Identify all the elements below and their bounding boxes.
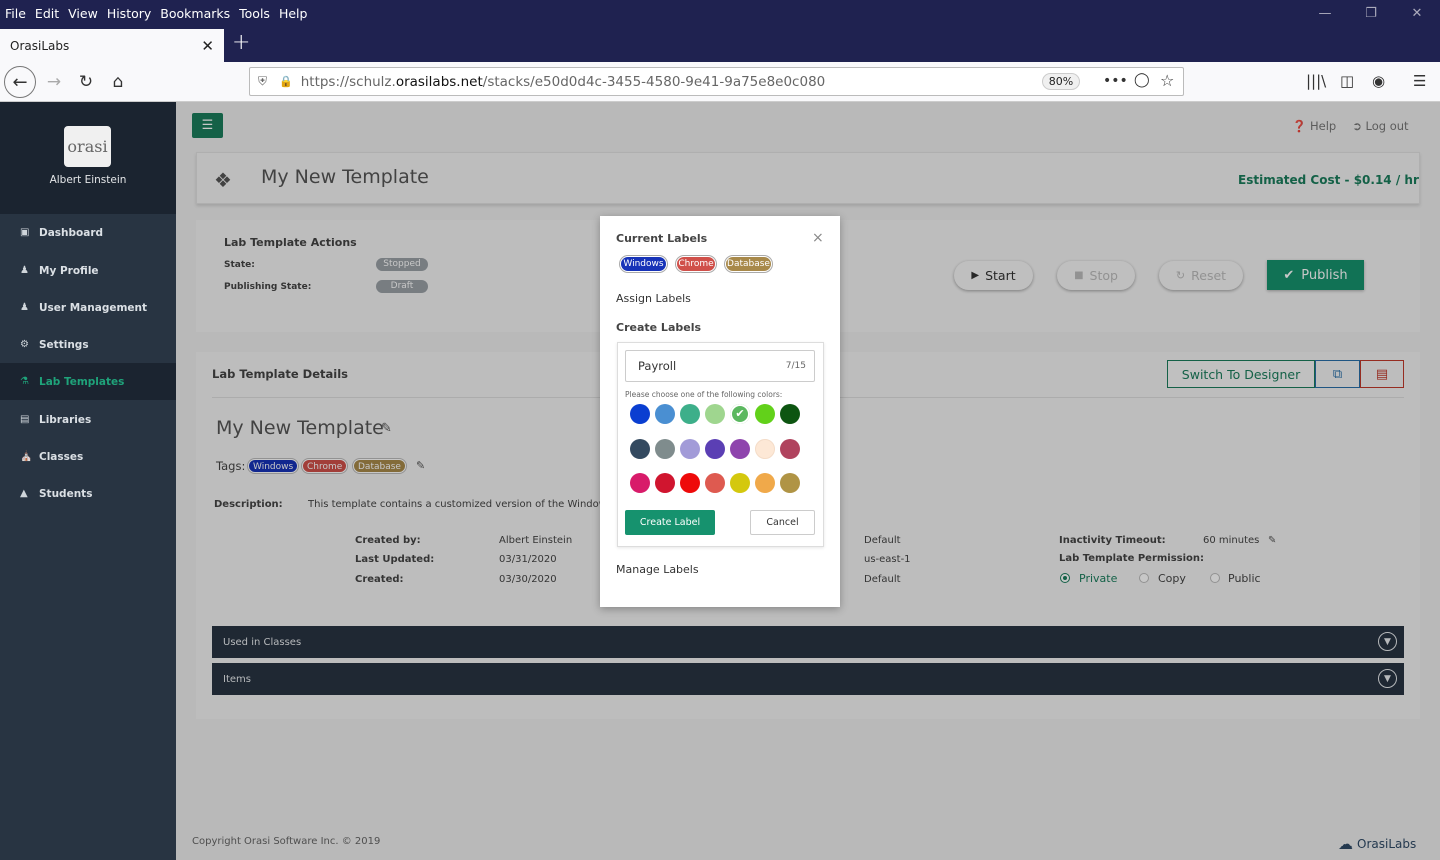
zoom-level[interactable]: 80% bbox=[1042, 73, 1080, 90]
sidebar-item-label: Classes bbox=[39, 450, 84, 463]
color-swatch[interactable] bbox=[705, 404, 725, 424]
color-swatch[interactable]: ✔ bbox=[730, 404, 750, 424]
hamburger-menu-icon[interactable]: ☰ bbox=[1413, 72, 1426, 90]
account-icon[interactable]: ◉ bbox=[1372, 72, 1385, 90]
sidebar-item-label: Students bbox=[39, 487, 93, 500]
url-prefix: https://schulz. bbox=[300, 73, 396, 90]
create-labels-heading: Create Labels bbox=[616, 321, 702, 334]
url-domain: orasilabs.net bbox=[395, 73, 483, 90]
sidebar-item-label: Lab Templates bbox=[39, 375, 125, 388]
pocket-icon[interactable]: ◯ bbox=[1134, 72, 1150, 88]
assign-labels-link[interactable]: Assign Labels bbox=[616, 292, 691, 305]
color-swatch[interactable] bbox=[755, 473, 775, 493]
user-name: Albert Einstein bbox=[49, 174, 127, 186]
current-label-database[interactable]: Database bbox=[725, 256, 772, 272]
sidebar-item-label: My Profile bbox=[39, 264, 99, 277]
address-bar[interactable]: ⛨ 🔒 https://schulz. orasilabs.net/stacks/… bbox=[249, 67, 1184, 96]
close-tab-icon[interactable]: ✕ bbox=[201, 37, 214, 55]
color-swatch[interactable] bbox=[780, 438, 800, 459]
browser-menubar: File Edit View History Bookmarks Tools H… bbox=[0, 0, 1440, 26]
window-controls: — ❐ ✕ bbox=[1302, 0, 1440, 26]
home-icon[interactable]: ⌂ bbox=[104, 70, 132, 94]
menu-bookmarks[interactable]: Bookmarks bbox=[160, 6, 230, 21]
label-name-input[interactable]: Payroll 7/15 bbox=[625, 350, 815, 382]
color-swatch[interactable] bbox=[630, 438, 650, 459]
menu-file[interactable]: File bbox=[5, 6, 26, 21]
color-swatch[interactable] bbox=[705, 438, 725, 459]
color-swatch[interactable] bbox=[655, 404, 675, 424]
color-swatch[interactable] bbox=[630, 473, 650, 493]
user-icon: ♟ bbox=[20, 265, 29, 276]
check-icon: ✔ bbox=[735, 407, 745, 420]
close-window-icon[interactable]: ✕ bbox=[1394, 6, 1440, 21]
menu-history[interactable]: History bbox=[107, 6, 151, 21]
menu-help[interactable]: Help bbox=[279, 6, 308, 21]
lock-icon: 🔒 bbox=[279, 75, 293, 88]
sidebar-item-label: Settings bbox=[39, 338, 89, 351]
library-icon[interactable]: |||\ bbox=[1306, 72, 1326, 90]
cancel-button[interactable]: Cancel bbox=[750, 510, 815, 535]
color-swatch[interactable] bbox=[780, 473, 800, 493]
sidebar-item-label: Dashboard bbox=[39, 226, 104, 239]
manage-labels-link[interactable]: Manage Labels bbox=[616, 563, 699, 576]
orasi-logo: orasi bbox=[64, 126, 111, 167]
sidebar-item-libraries[interactable]: ▤ Libraries bbox=[0, 401, 176, 438]
sidebar-item-dashboard[interactable]: ▣ Dashboard bbox=[0, 214, 176, 251]
new-tab-icon[interactable]: + bbox=[232, 30, 250, 55]
current-label-windows[interactable]: Windows bbox=[620, 256, 667, 272]
maximize-icon[interactable]: ❐ bbox=[1348, 6, 1394, 21]
shield-icon[interactable]: ⛨ bbox=[258, 74, 267, 89]
minimize-icon[interactable]: — bbox=[1302, 6, 1348, 21]
browser-tab[interactable]: OrasiLabs ✕ bbox=[0, 29, 224, 62]
color-swatch[interactable] bbox=[755, 438, 775, 459]
monitor-icon: ▣ bbox=[20, 227, 30, 238]
color-swatch[interactable] bbox=[705, 473, 725, 493]
color-swatch[interactable] bbox=[680, 404, 700, 424]
back-icon[interactable]: ← bbox=[4, 66, 36, 98]
reload-icon[interactable]: ↻ bbox=[72, 70, 100, 94]
book-icon: ▤ bbox=[20, 414, 30, 425]
url-path: /stacks/e50d0d4c-3455-4580-9e41-9a75e8e0… bbox=[482, 73, 826, 90]
sidebar-item-settings[interactable]: ⚙ Settings bbox=[0, 326, 176, 363]
color-swatch[interactable] bbox=[655, 438, 675, 459]
menu-view[interactable]: View bbox=[68, 6, 98, 21]
sidebar-item-label: Libraries bbox=[39, 413, 92, 426]
sidebar-item-label: User Management bbox=[39, 301, 148, 314]
building-icon: ⛪ bbox=[20, 451, 33, 462]
bookmark-star-icon[interactable]: ☆ bbox=[1160, 71, 1174, 90]
forward-icon[interactable]: → bbox=[40, 70, 68, 94]
logo-text: orasi bbox=[67, 137, 108, 156]
menu-tools[interactable]: Tools bbox=[239, 6, 270, 21]
close-icon[interactable]: × bbox=[812, 230, 824, 246]
sidebar-toggle-icon[interactable]: ◫ bbox=[1340, 72, 1354, 90]
sidebar-item-classes[interactable]: ⛪ Classes bbox=[0, 438, 176, 475]
color-swatch[interactable] bbox=[630, 404, 650, 424]
current-labels-heading: Current Labels bbox=[616, 232, 708, 245]
color-swatch[interactable] bbox=[730, 473, 750, 493]
create-label-button[interactable]: Create Label bbox=[625, 510, 715, 535]
label-name-value: Payroll bbox=[638, 359, 677, 373]
menu-edit[interactable]: Edit bbox=[35, 6, 59, 21]
color-swatch[interactable] bbox=[680, 438, 700, 459]
color-swatch[interactable] bbox=[780, 404, 800, 424]
color-swatch[interactable] bbox=[655, 473, 675, 493]
color-swatch[interactable] bbox=[730, 438, 750, 459]
color-swatch[interactable] bbox=[680, 473, 700, 493]
users-icon: ♟ bbox=[20, 302, 29, 313]
tab-title: OrasiLabs bbox=[10, 38, 70, 53]
more-actions-icon[interactable]: ••• bbox=[1103, 73, 1128, 89]
sidebar-item-user-management[interactable]: ♟ User Management bbox=[0, 289, 176, 326]
sidebar-item-my-profile[interactable]: ♟ My Profile bbox=[0, 252, 176, 289]
gear-icon: ⚙ bbox=[20, 339, 29, 350]
graduation-cap-icon: ▲ bbox=[20, 488, 28, 499]
flask-icon: ⚗ bbox=[20, 376, 29, 387]
current-label-chrome[interactable]: Chrome bbox=[676, 256, 716, 272]
color-swatch[interactable] bbox=[755, 404, 775, 424]
character-count: 7/15 bbox=[785, 361, 806, 371]
color-prompt: Please choose one of the following color… bbox=[625, 390, 783, 399]
sidebar-item-lab-templates[interactable]: ⚗ Lab Templates bbox=[0, 363, 176, 400]
sidebar-item-students[interactable]: ▲ Students bbox=[0, 475, 176, 512]
